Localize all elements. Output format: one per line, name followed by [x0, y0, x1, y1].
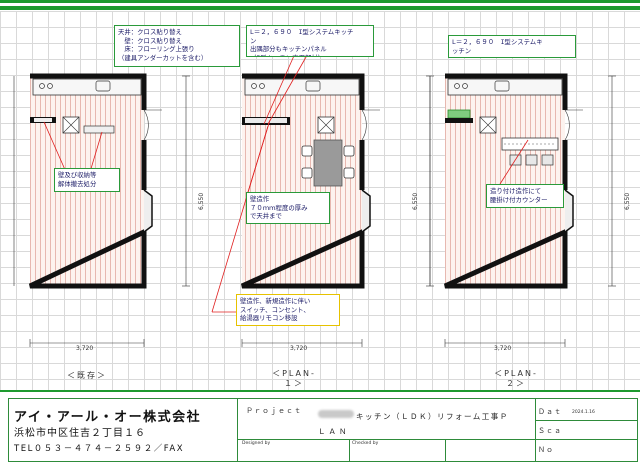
- note-plan1-kitchen: L＝２，６９０ I型システムキッチ ン 出隅部分もキッチンパネル （I型キッチン…: [246, 25, 374, 57]
- note-plan2-kitchen: L＝２，６９０ I型システムキ ッチン: [448, 35, 576, 58]
- company-phone: TEL０５３－４７４－２５９２／FAX: [14, 444, 185, 454]
- door-swing: [361, 109, 367, 141]
- dim-height-plan1: 6,550: [412, 192, 419, 210]
- kitchen-counter: [244, 78, 360, 96]
- company-name: アイ・アール・オー株式会社: [14, 410, 202, 425]
- bay-window: [143, 189, 153, 233]
- kitchen-counter: [447, 78, 563, 96]
- floor-area: [445, 76, 565, 286]
- floor-area: [242, 76, 362, 286]
- scale-label: Ｓｃａ: [538, 427, 562, 435]
- designed-by-label: Designed by: [242, 441, 271, 446]
- note-plan1-electrical: 壁造作、新規造作に伴い スイッチ、コンセント、 給湯器リモコン移設: [236, 294, 340, 326]
- bay-window: [564, 189, 574, 233]
- drawing-sheet: 壁及び収納等 解体撤去処分 天井：クロス貼り替え 壁：クロス貼り替え 床：フロー…: [0, 0, 640, 466]
- chair: [301, 145, 313, 157]
- dim-width-plan0: 3,720: [76, 345, 94, 352]
- plan-existing: [13, 73, 190, 347]
- stool: [541, 154, 554, 166]
- dim-width-plan1: 3,720: [290, 345, 308, 352]
- plan-label-existing: ＜既存＞: [67, 371, 107, 380]
- dining-table: [313, 139, 343, 187]
- kitchen-counter: [32, 78, 142, 96]
- company-address: 浜松市中区住吉２丁目１６: [14, 428, 146, 439]
- chair: [301, 167, 313, 179]
- redacted-region: [318, 410, 354, 418]
- project-name-cont: ＬＡＮ: [318, 427, 350, 436]
- date-value: 2024.1.16: [572, 410, 595, 415]
- chair: [343, 145, 355, 157]
- green-cabinet: [447, 109, 471, 119]
- project-name: キッチン（ＬＤＫ）リフォーム工事Ｐ: [356, 412, 509, 421]
- door-swing: [564, 109, 570, 141]
- plan-2: [429, 73, 616, 347]
- dim-height-plan2: 6,550: [624, 192, 631, 210]
- dim-width-plan2: 3,720: [494, 345, 512, 352]
- date-label: Ｄａｔ: [538, 408, 562, 416]
- note-plan2-counter: 造り付け造作にて 腰掛け付カウンター: [486, 184, 564, 208]
- door-swing: [143, 109, 149, 141]
- plan-label-plan2: ＜PLAN- ２＞: [494, 369, 538, 388]
- bay-window: [361, 189, 371, 233]
- chair: [343, 167, 355, 179]
- partition-wall: [445, 118, 473, 123]
- note-plan1-finishes: 天井：クロス貼り替え 壁：クロス貼り替え 床：フローリング上張り （建具アンダー…: [114, 25, 240, 67]
- project-label: Ｐｒｏｊｅｃｔ: [246, 407, 302, 415]
- storage-cabinet: [83, 125, 115, 134]
- note-plan1-wall: 壁造作 ７０ｍｍ程度の厚み で天井まで: [246, 192, 330, 224]
- stool: [525, 154, 538, 166]
- plan-label-plan1: ＜PLAN- １＞: [272, 369, 316, 388]
- checked-by-label: Checked by: [352, 441, 379, 446]
- note-plan0-demolition: 壁及び収納等 解体撤去処分: [54, 168, 120, 192]
- number-label: Ｎｏ: [538, 446, 554, 454]
- dim-height-plan0: 6,550: [198, 192, 205, 210]
